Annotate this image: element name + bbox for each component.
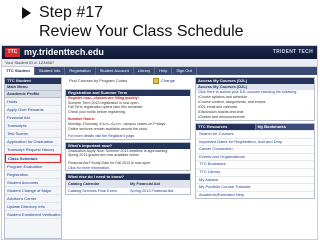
- info-line: Grades and announcements: [196, 115, 314, 120]
- resource-link[interactable]: Events and Organizations: [196, 152, 314, 161]
- left-nav-item[interactable]: Holds: [5, 98, 61, 106]
- slide-header: Step #17 Review Your Class Schedule: [22, 3, 312, 41]
- find-courses-link[interactable]: Find Courses by Program Codes: [69, 78, 149, 83]
- table-header-cell: Catalog Calendar: [66, 181, 128, 188]
- main-menu-header: Main Menu: [5, 84, 61, 91]
- center-column: Find Courses by Program Codes Change Reg…: [65, 77, 191, 239]
- table-header-cell: My Financial Aid: [128, 181, 190, 188]
- registration-panel-body: Register now—classes are filling quickly…: [66, 96, 190, 139]
- important-now-panel: What's important now? Graduation Apply N…: [65, 141, 191, 172]
- important-now-body: Graduation Apply Now: Summer 2013 deadli…: [66, 149, 190, 170]
- subtitle-line: Review Your Class Schedule: [22, 22, 312, 41]
- portal-screenshot: TTC my.tridenttech.edu TRIDENT TECH Your…: [1, 45, 318, 240]
- tab-my-bookmarks[interactable]: My Bookmarks: [254, 124, 314, 130]
- left-nav-item[interactable]: Student Change of Major: [5, 187, 61, 195]
- portal-tab[interactable]: Help: [155, 67, 173, 75]
- resource-link[interactable]: Search for Courses: [196, 130, 314, 138]
- portal-tab-bar: TTC Student Student Info Registration Stude…: [2, 67, 317, 75]
- table-cell[interactable]: Catalog Services Final Exam: [66, 188, 128, 194]
- left-nav-item[interactable]: Advisor's Corner: [5, 195, 61, 203]
- portal-brand-bar: TTC my.tridenttech.edu TRIDENT TECH: [2, 46, 317, 59]
- resources-panel: TTC Resources My Bookmarks Search for Co…: [195, 123, 315, 200]
- left-nav-item[interactable]: Test Scores: [5, 130, 61, 138]
- portal-tab[interactable]: Registration: [65, 67, 96, 75]
- portal-tab[interactable]: Student Account: [96, 67, 134, 75]
- arrow-bullet-icon: [22, 6, 31, 19]
- portal-title: my.tridenttech.edu: [24, 47, 104, 57]
- left-nav: TTC Student Main Menu Academic Profile H…: [4, 77, 62, 239]
- user-bar: Your Student ID #: 1234567: [2, 59, 317, 67]
- left-nav-item[interactable]: Financial Aid: [5, 114, 61, 122]
- resource-link[interactable]: My Portfolio Course Tutorials: [196, 183, 314, 191]
- change-icon[interactable]: [153, 78, 159, 84]
- step-label: Step #17: [39, 4, 104, 21]
- left-nav-item[interactable]: Student Enrollment Verification: [5, 211, 61, 219]
- nav-item-class-schedule[interactable]: Class Schedule: [5, 154, 61, 163]
- need-to-know-panel: What else do I need to know? Catalog Cal…: [65, 173, 191, 196]
- left-nav-item[interactable]: Application for Graduation: [5, 138, 61, 146]
- trident-tech-logo: TRIDENT TECH: [272, 49, 313, 55]
- left-nav-item[interactable]: Update Directory Info: [5, 203, 61, 211]
- portal-tab[interactable]: Library: [134, 67, 156, 75]
- resources-tabs: TTC Resources My Bookmarks: [196, 124, 314, 130]
- table-header-row: Catalog Calendar My Financial Aid: [66, 180, 190, 188]
- academic-profile-header: Academic Profile: [5, 91, 61, 98]
- important-now-header: What's important now?: [66, 142, 190, 149]
- step-line: Step #17: [22, 3, 312, 22]
- resource-link[interactable]: TTC Library: [196, 167, 314, 176]
- resource-link[interactable]: TTC Bookstore: [196, 160, 314, 168]
- left-nav-items: Holds Apply Over Rewards Financial Aid Tran…: [5, 98, 61, 219]
- left-nav-item[interactable]: Transcript Request History: [5, 146, 61, 154]
- resource-link[interactable]: Academic/Extended Help: [196, 190, 314, 199]
- left-nav-item[interactable]: Apply Over Rewards: [5, 106, 61, 114]
- portal-tab[interactable]: Student Info: [35, 67, 66, 75]
- right-column: Access My Courses (D2L) Access My Course…: [195, 77, 315, 239]
- registration-panel-header: Registration and Summer Term: [66, 90, 190, 96]
- left-nav-item[interactable]: Student Accounts: [5, 179, 61, 187]
- info-link[interactable]: Click for more information.: [66, 166, 190, 171]
- resource-link[interactable]: Career Connection: [196, 145, 314, 153]
- left-nav-item[interactable]: Transcripts: [5, 122, 61, 130]
- welcome-row: Find Courses by Program Codes Change: [65, 77, 191, 89]
- change-link[interactable]: Change: [161, 78, 175, 83]
- portal-tab[interactable]: Sign Out: [172, 67, 197, 75]
- resource-link[interactable]: Important Dates for Registration, Add an…: [196, 137, 314, 146]
- d2l-panel-body: Click Here to access your D2L courses in…: [196, 90, 314, 120]
- user-id-text: Your Student ID #: 1234567: [5, 60, 55, 65]
- portal-tab[interactable]: TTC Student: [2, 67, 35, 75]
- table-cell[interactable]: Spring 2013 Financial Aid: [128, 188, 190, 194]
- left-nav-item[interactable]: Registration: [5, 171, 61, 179]
- tab-ttc-resources[interactable]: TTC Resources: [196, 124, 255, 130]
- step-subtitle: Review Your Class Schedule: [39, 23, 244, 40]
- left-nav-item[interactable]: Program Evaluation: [5, 163, 61, 171]
- d2l-panel-header: Access My Courses (D2L): [196, 78, 314, 84]
- ttc-logo[interactable]: TTC: [5, 48, 20, 57]
- need-to-know-header: What else do I need to know?: [66, 174, 190, 181]
- resources-list: Search for Courses Important Dates for Re…: [196, 130, 314, 198]
- d2l-panel: Access My Courses (D2L) Access My Course…: [195, 77, 315, 121]
- registration-panel: Registration and Summer Term Register no…: [65, 89, 191, 140]
- info-link[interactable]: For more details visit the Registrar's p…: [66, 134, 190, 139]
- table-row: Catalog Services Final Exam Spring 2013 …: [66, 187, 190, 194]
- resource-link[interactable]: My Advisor: [196, 175, 314, 184]
